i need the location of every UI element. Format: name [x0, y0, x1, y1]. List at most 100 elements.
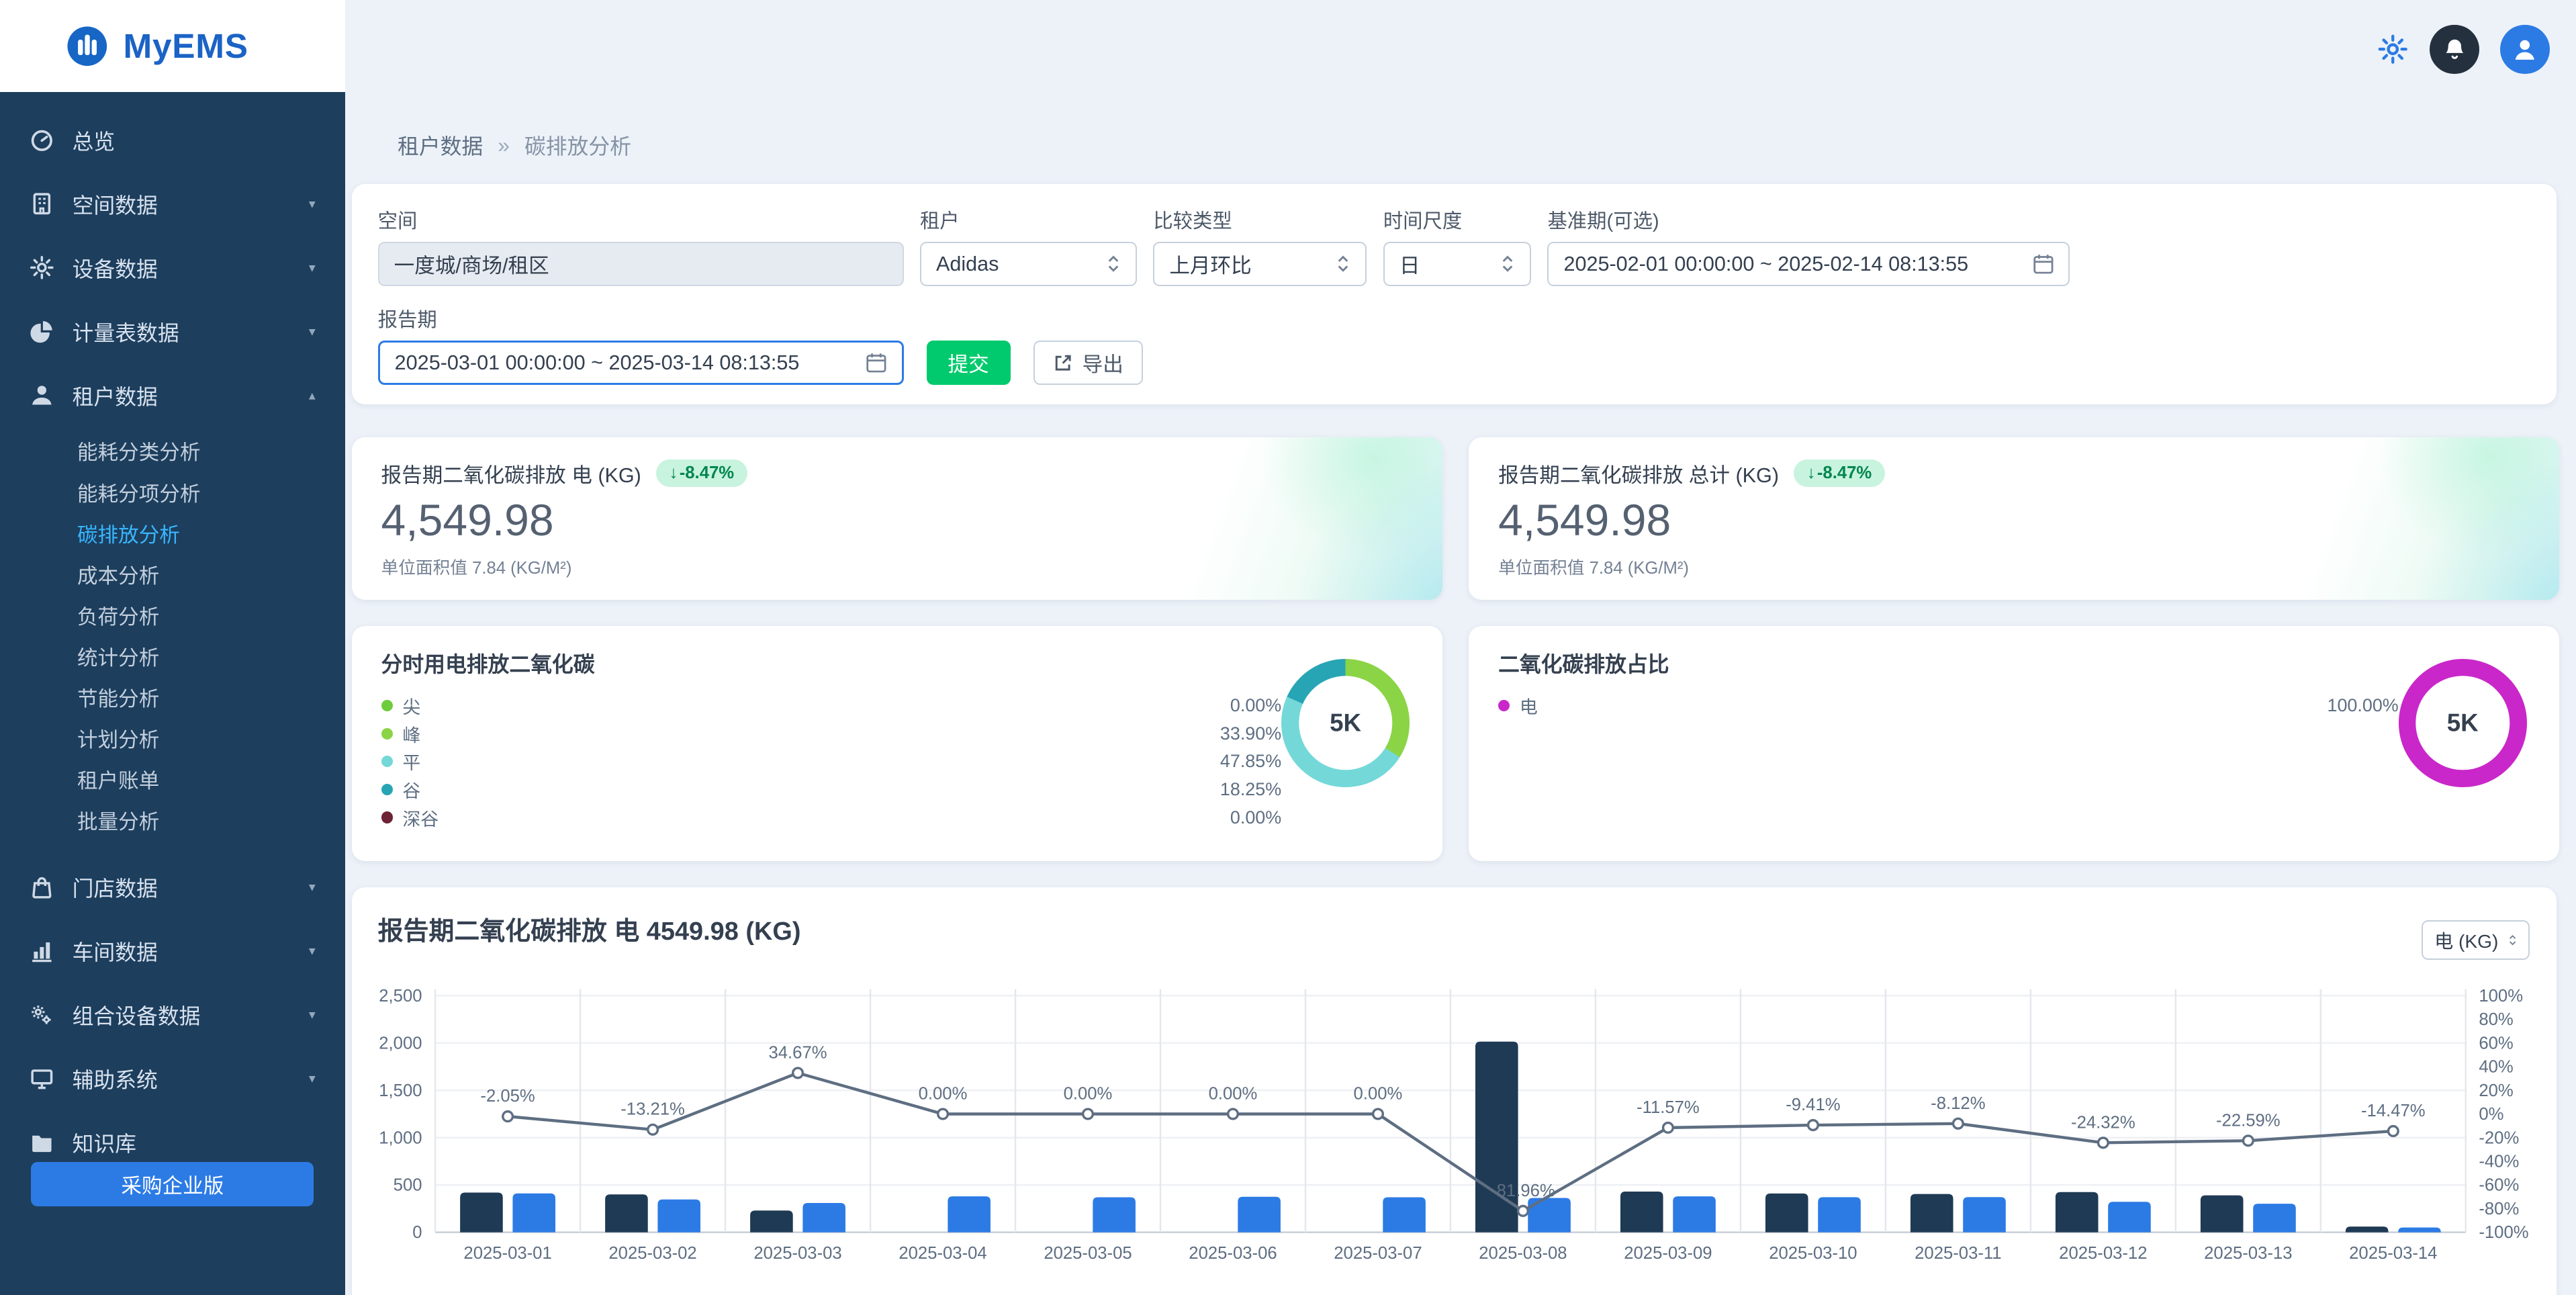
space-label: 空间	[378, 206, 904, 234]
user-avatar[interactable]	[2500, 25, 2549, 74]
sidebar-item-label: 知识库	[73, 1127, 136, 1158]
sidebar-subitem[interactable]: 批量分析	[0, 800, 345, 841]
svg-text:2025-03-10: 2025-03-10	[1769, 1244, 1857, 1263]
brand-name[interactable]: MyEMS	[123, 26, 248, 66]
tou-legend: 尖0.00%峰33.90%平 47.85% 谷18.25%深谷0.00%	[381, 692, 1282, 832]
sidebar-item-label: 门店数据	[73, 872, 158, 903]
menu-toggle-icon[interactable]	[21, 36, 50, 56]
myems-logo-icon[interactable]	[66, 25, 109, 68]
sidebar-item-0[interactable]: 总览	[0, 108, 345, 172]
svg-text:20%: 20%	[2479, 1081, 2514, 1100]
reporting-period-field: 报告期 2025-03-01 00:00:00 ~ 2025-03-14 08:…	[378, 304, 904, 385]
chevron-down-icon: ▾	[309, 196, 316, 212]
notifications-bell-icon[interactable]	[2430, 25, 2479, 74]
legend-item[interactable]: 尖0.00%	[381, 692, 1282, 720]
svg-text:1,000: 1,000	[379, 1128, 422, 1147]
folder-icon	[30, 1130, 54, 1155]
settings-gear-icon[interactable]	[2377, 34, 2408, 64]
period-type-label: 时间尺度	[1383, 206, 1531, 234]
chevron-up-icon: ▴	[309, 388, 316, 404]
comparison-select[interactable]: 上月环比	[1153, 242, 1367, 286]
sidebar-item-label: 计量表数据	[73, 316, 179, 347]
svg-text:-100%: -100%	[2479, 1223, 2529, 1242]
legend-item[interactable]: 峰33.90%	[381, 720, 1282, 748]
sidebar-item-7[interactable]: 组合设备数据▾	[0, 983, 345, 1047]
svg-text:2025-03-12: 2025-03-12	[2059, 1244, 2147, 1263]
sidebar-item-4[interactable]: 租户数据▴	[0, 363, 345, 427]
submit-button[interactable]: 提交	[927, 341, 1011, 385]
sidebar-subitem[interactable]: 成本分析	[0, 553, 345, 594]
sidebar-subitem[interactable]: 统计分析	[0, 635, 345, 676]
sidebar-item-6[interactable]: 车间数据▾	[0, 920, 345, 983]
chevron-down-icon: ▾	[309, 260, 316, 276]
sidebar-item-1[interactable]: 空间数据▾	[0, 172, 345, 236]
sidebar-nav: 总览空间数据▾设备数据▾计量表数据▾租户数据▴能耗分类分析能耗分项分析碳排放分析…	[0, 92, 345, 1174]
sidebar-item-3[interactable]: 计量表数据▾	[0, 300, 345, 363]
legend-item[interactable]: 平 47.85%	[381, 748, 1282, 776]
share-donut-chart: 5K	[2399, 659, 2527, 787]
pie-icon	[30, 319, 54, 344]
period-type-field: 时间尺度 日	[1383, 206, 1531, 286]
tenant-select[interactable]: Adidas	[920, 242, 1137, 286]
sidebar-subitem[interactable]: 节能分析	[0, 676, 345, 717]
buy-enterprise-button[interactable]: 采购企业版	[31, 1162, 314, 1206]
tenant-label: 租户	[920, 206, 1137, 234]
svg-text:-40%: -40%	[2479, 1153, 2520, 1171]
export-button[interactable]: 导出	[1033, 341, 1143, 385]
gauge-icon	[30, 128, 54, 153]
legend-percentage: 47.85%	[1220, 751, 1281, 772]
legend-dot	[381, 811, 393, 823]
space-field: 空间	[378, 206, 904, 286]
calendar-icon	[866, 352, 887, 373]
reporting-period-input[interactable]: 2025-03-01 00:00:00 ~ 2025-03-14 08:13:5…	[378, 341, 904, 385]
sidebar-subitem[interactable]: 能耗分类分析	[0, 431, 345, 472]
base-period-input[interactable]: 2025-02-01 00:00:00 ~ 2025-02-14 08:13:5…	[1547, 242, 2070, 286]
sidebar-subitem[interactable]: 计划分析	[0, 718, 345, 759]
sidebar-item-5[interactable]: 门店数据▾	[0, 856, 345, 920]
filter-card: 空间 租户 Adidas 比较类型 上月环比 时间尺度	[352, 184, 2557, 404]
chevron-down-icon: ▾	[309, 943, 316, 959]
sidebar-item-8[interactable]: 辅助系统▾	[0, 1047, 345, 1111]
arrow-down-icon: ↓	[1807, 463, 1816, 483]
breadcrumb-separator: »	[498, 133, 510, 158]
sidebar-subitem[interactable]: 负荷分析	[0, 594, 345, 635]
tenant-field: 租户 Adidas	[920, 206, 1137, 286]
period-type-select[interactable]: 日	[1383, 242, 1531, 286]
sidebar-subitem-active[interactable]: 碳排放分析	[0, 512, 345, 553]
svg-text:1,500: 1,500	[379, 1081, 422, 1100]
sidebar-subitem[interactable]: 租户账单	[0, 759, 345, 800]
svg-text:-2.05%: -2.05%	[481, 1087, 535, 1106]
sidebar-item-2[interactable]: 设备数据▾	[0, 236, 345, 300]
reporting-period-label: 报告期	[378, 304, 904, 332]
user-icon	[30, 383, 54, 408]
chart-icon	[30, 939, 54, 964]
legend-name: 电	[1520, 693, 1538, 719]
svg-text:60%: 60%	[2479, 1034, 2514, 1053]
base-period-label: 基准期(可选)	[1547, 206, 2070, 234]
stat-value: 4,549.98	[381, 494, 1413, 545]
unit-select[interactable]: 电 (KG)	[2422, 920, 2530, 960]
tenant-select-value: Adidas	[936, 253, 999, 276]
select-caret-icon	[2508, 930, 2517, 950]
svg-text:40%: 40%	[2479, 1058, 2514, 1077]
svg-text:2025-03-05: 2025-03-05	[1044, 1244, 1132, 1263]
legend-item[interactable]: 谷18.25%	[381, 776, 1282, 804]
breadcrumb-parent[interactable]: 租户数据	[398, 130, 483, 161]
space-input[interactable]	[378, 242, 904, 286]
svg-text:-60%: -60%	[2479, 1176, 2520, 1195]
legend-item[interactable]: 深谷0.00%	[381, 803, 1282, 832]
sidebar-item-label: 辅助系统	[73, 1063, 158, 1094]
trend-badge: ↓-8.47%	[1794, 459, 1885, 487]
base-period-field: 基准期(可选) 2025-02-01 00:00:00 ~ 2025-02-14…	[1547, 206, 2070, 286]
legend-item[interactable]: 电100.00%	[1498, 692, 2399, 720]
stat-subtitle: 单位面积值 7.84 (KG/M²)	[1498, 554, 2530, 579]
sidebar-subitem[interactable]: 能耗分项分析	[0, 472, 345, 512]
svg-text:-8.12%: -8.12%	[1931, 1094, 1985, 1113]
legend-name: 峰	[402, 721, 420, 747]
legend-percentage: 0.00%	[1230, 807, 1281, 828]
legend-dot	[381, 784, 393, 795]
svg-text:2025-03-09: 2025-03-09	[1624, 1244, 1712, 1263]
header-actions	[2377, 25, 2550, 74]
legend-name: 平	[402, 748, 420, 774]
donut-center-label: 5K	[1330, 709, 1361, 737]
